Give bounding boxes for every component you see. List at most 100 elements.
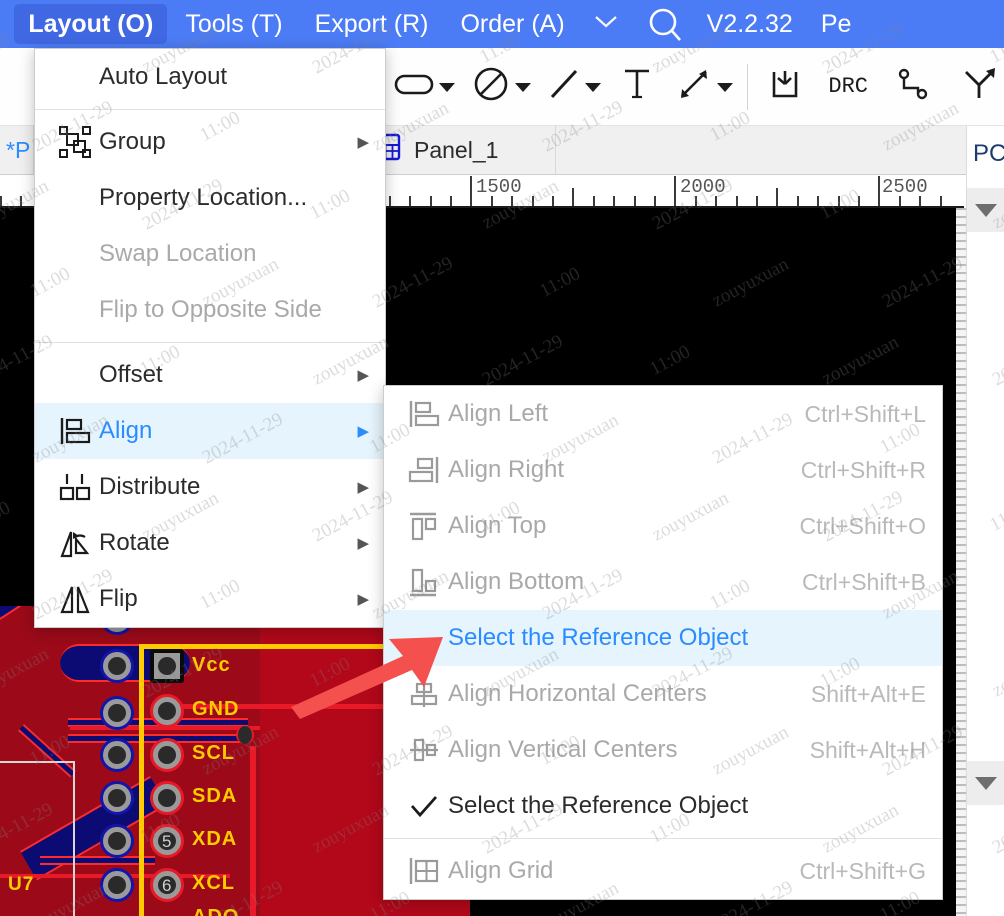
align-left-icon <box>51 415 99 447</box>
align-vcenter-icon <box>400 734 448 766</box>
app-version-label: V2.2.32 <box>706 9 793 38</box>
pad-number-6: 6 <box>162 876 172 895</box>
tab-overflow-spacer <box>556 126 1004 174</box>
pad-left-3[interactable] <box>100 696 134 730</box>
menu-item-label: Swap Location <box>99 240 257 267</box>
ruler-minor-tick <box>0 196 2 206</box>
rounded-rect-tool-dropdown[interactable] <box>439 82 457 92</box>
dimension-tool-dropdown[interactable] <box>716 82 734 92</box>
menu-item-label: Align <box>99 417 153 444</box>
menu-item-flip[interactable]: Flip ▶ <box>35 571 385 627</box>
menubar-item-order[interactable]: Order (A) <box>446 4 578 44</box>
menu-item-group[interactable]: Group ▶ <box>35 114 385 170</box>
right-side-panel[interactable]: PC <box>966 126 1004 916</box>
rounded-rect-tool-button[interactable] <box>389 57 439 117</box>
no-entry-tool-dropdown[interactable] <box>514 82 532 92</box>
menu-item-label: Align Top <box>448 512 547 539</box>
align-bottom-icon <box>400 566 448 598</box>
distribute-icon <box>51 471 99 503</box>
ruler-minor-tick <box>593 196 595 206</box>
account-menu-partial[interactable]: Pe <box>801 10 852 39</box>
no-entry-icon <box>472 65 510 108</box>
tab-panel-1[interactable]: Panel_1 <box>356 126 556 174</box>
menu-item-label: Select the Reference Object <box>448 792 749 819</box>
menu-item-offset[interactable]: Offset ▶ <box>35 347 385 403</box>
menu-item-rotate[interactable]: Rotate ▶ <box>35 515 385 571</box>
ruler-minor-tick <box>838 196 840 206</box>
menu-item-shortcut: Shift+Alt+H <box>809 736 926 763</box>
menu-item-label: Align Right <box>448 456 565 483</box>
menu-item-shortcut: Ctrl+Shift+L <box>804 400 926 427</box>
toolbar-separator <box>747 63 749 110</box>
pad-left-4[interactable] <box>100 738 134 772</box>
pad-pin-vcc[interactable] <box>150 649 184 683</box>
menubar-item-tools[interactable]: Tools (T) <box>171 4 296 44</box>
dimension-tool-button[interactable] <box>672 57 716 117</box>
pad-pin-gnd[interactable] <box>150 694 184 728</box>
ruler-minor-tick <box>654 196 656 206</box>
right-panel-collapse-button-bottom[interactable] <box>967 761 1004 805</box>
menu-item-align-grid: Align Grid Ctrl+Shift+G <box>384 843 942 899</box>
menubar-item-partial: ) <box>0 4 10 44</box>
menu-item-align-vertical-centers: Align Vertical Centers Shift+Alt+H <box>384 722 942 778</box>
menu-item-swap-location: Swap Location <box>35 226 385 282</box>
pad-left-7[interactable] <box>100 868 134 902</box>
rotate-icon <box>51 527 99 559</box>
main-menu-bar[interactable]: ) Layout (O) Tools (T) Export (R) Order … <box>0 0 1004 48</box>
ruler-minor-tick <box>817 196 819 206</box>
menu-item-align-horizontal-centers: Align Horizontal Centers Shift+Alt+E <box>384 666 942 722</box>
menu-item-property-location[interactable]: Property Location... <box>35 170 385 226</box>
line-tool-dropdown[interactable] <box>584 82 602 92</box>
menu-separator <box>384 838 942 839</box>
chevron-down-icon[interactable] <box>581 13 631 35</box>
menu-item-label: Align Horizontal Centers <box>448 680 707 707</box>
menu-item-auto-layout[interactable]: Auto Layout <box>35 49 385 105</box>
drc-label: DRC <box>828 74 868 99</box>
menubar-item-export[interactable]: Export (R) <box>301 4 443 44</box>
pad-left-5[interactable] <box>100 781 134 815</box>
search-icon[interactable] <box>631 4 699 44</box>
menu-item-label: Rotate <box>99 529 170 556</box>
chevron-right-icon: ▶ <box>357 479 369 496</box>
drc-tool-button[interactable]: DRC <box>824 57 872 117</box>
ruler-minor-tick <box>858 196 860 206</box>
line-tool-button[interactable] <box>544 57 584 117</box>
tab-partial-left[interactable]: *P <box>0 126 34 174</box>
ruler-minor-tick <box>634 196 636 206</box>
menu-item-flip-to-opposite-side: Flip to Opposite Side <box>35 282 385 338</box>
menu-item-label: Flip to Opposite Side <box>99 296 322 323</box>
flip-icon <box>51 583 99 615</box>
canvas-vertical-scrollbar[interactable] <box>956 208 966 916</box>
layout-dropdown-menu[interactable]: Auto Layout Group ▶ Property Location... <box>34 48 386 628</box>
text-tool-button[interactable] <box>616 57 658 117</box>
menu-item-label: Align Vertical Centers <box>448 736 678 763</box>
group-icon <box>51 125 99 159</box>
route-tool-button[interactable] <box>956 57 1004 117</box>
align-top-icon <box>400 510 448 542</box>
import-tool-button[interactable] <box>762 57 808 117</box>
menu-item-align[interactable]: Align ▶ <box>35 403 385 459</box>
right-panel-collapse-button-top[interactable] <box>967 188 1004 232</box>
menu-item-shortcut: Ctrl+Shift+B <box>802 568 926 595</box>
tab-label-partial-left: *P <box>6 136 31 163</box>
menu-item-label: Align Grid <box>448 857 554 884</box>
net-tool-button[interactable] <box>890 57 936 117</box>
menu-item-align-bottom: Align Bottom Ctrl+Shift+B <box>384 554 942 610</box>
align-submenu[interactable]: Align Left Ctrl+Shift+L Align Right Ctrl… <box>383 385 943 900</box>
menu-item-select-reference-object-checked[interactable]: Select the Reference Object <box>384 778 942 834</box>
no-entry-tool-button[interactable] <box>468 57 514 117</box>
ruler-minor-tick <box>409 196 411 206</box>
tab-label-panel-1: Panel_1 <box>414 136 499 163</box>
menu-item-select-reference-object-highlighted[interactable]: Select the Reference Object <box>384 610 942 666</box>
menu-item-distribute[interactable]: Distribute ▶ <box>35 459 385 515</box>
pad-pin-sda[interactable] <box>150 781 184 815</box>
pad-pin-scl[interactable] <box>150 738 184 772</box>
menubar-item-layout[interactable]: Layout (O) <box>14 4 168 44</box>
menu-item-shortcut: Ctrl+Shift+O <box>799 512 926 539</box>
designator-u7: U7 <box>8 874 35 895</box>
pad-left-6[interactable] <box>100 824 134 858</box>
pad-left-2[interactable] <box>100 649 134 683</box>
menu-item-align-left: Align Left Ctrl+Shift+L <box>384 386 942 442</box>
line-icon <box>548 67 580 106</box>
check-icon <box>400 792 448 820</box>
